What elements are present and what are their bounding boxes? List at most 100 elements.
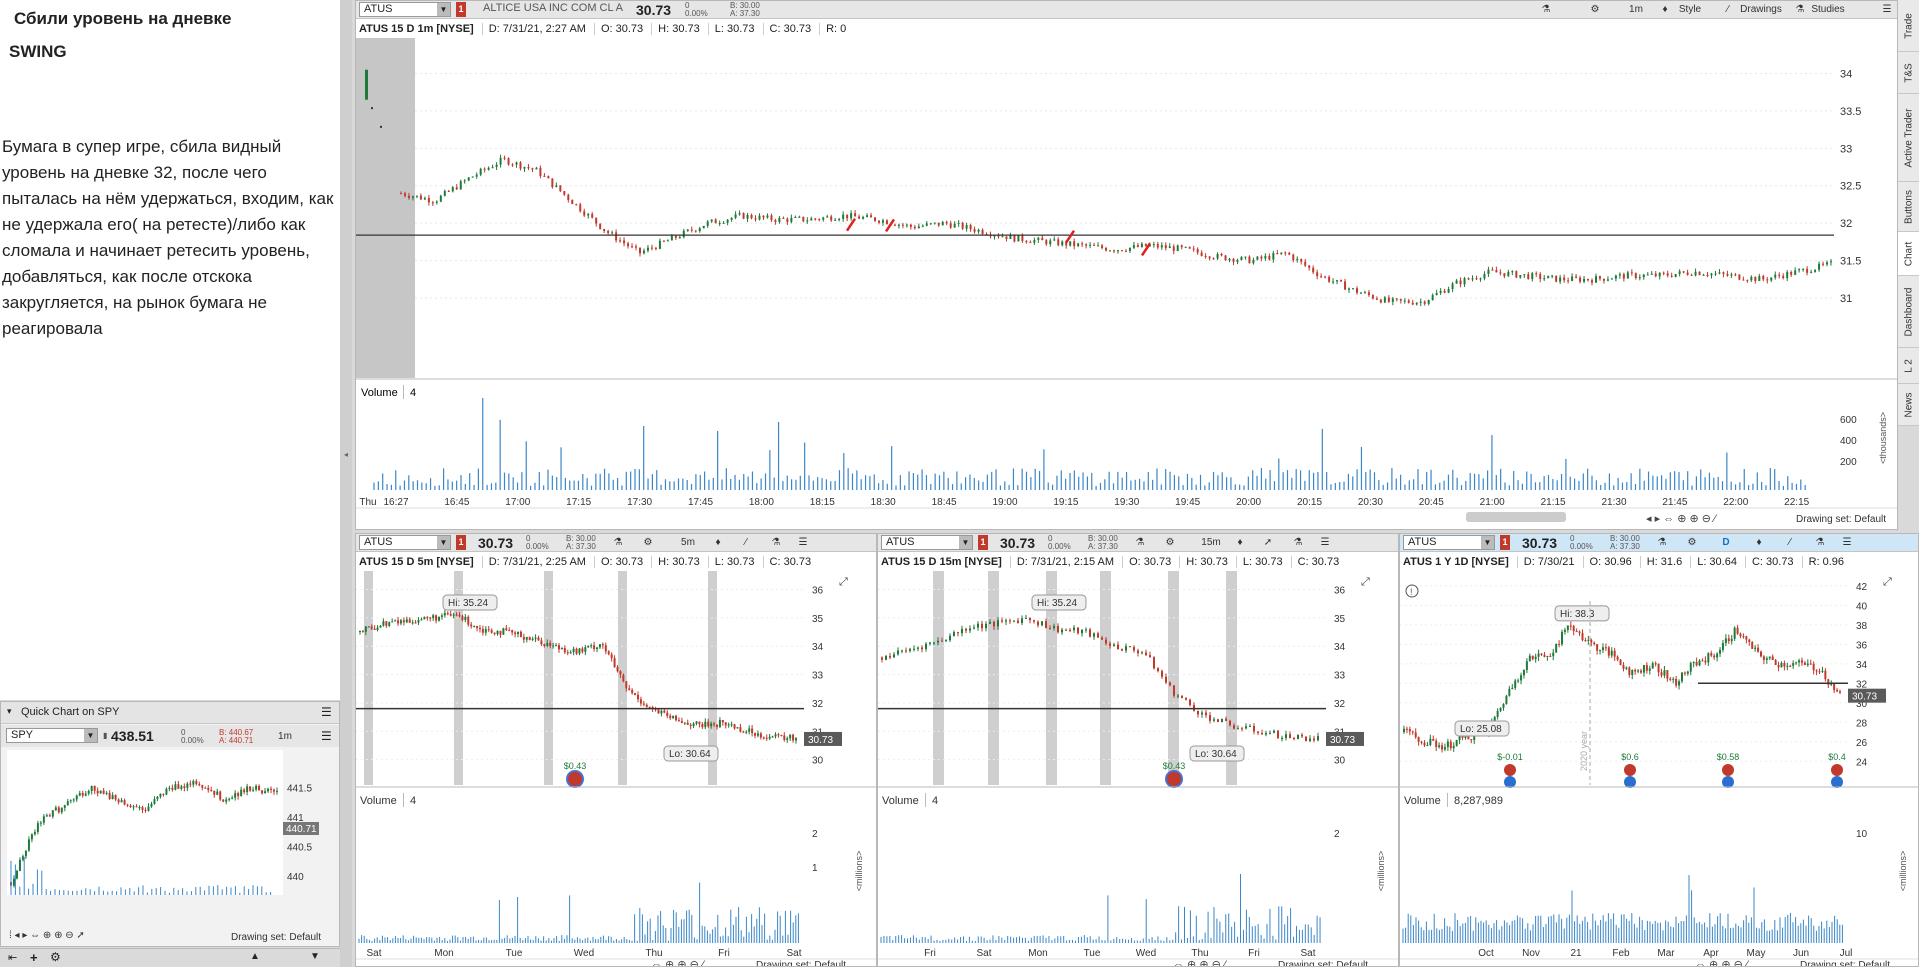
main-timeframe[interactable]: 1m bbox=[1626, 2, 1646, 17]
gear-icon[interactable]: ⚙ bbox=[641, 535, 655, 550]
candle-body bbox=[502, 628, 505, 635]
studies-menu[interactable]: Studies bbox=[1808, 2, 1848, 17]
p1y-link-badge[interactable]: 1 bbox=[1500, 535, 1510, 550]
menu-icon[interactable]: ☰ bbox=[1840, 535, 1854, 550]
earnings-icon bbox=[1504, 764, 1516, 776]
candle-body bbox=[1690, 274, 1693, 276]
candle-body bbox=[1447, 289, 1450, 293]
menu-icon[interactable]: ☰ bbox=[321, 729, 332, 743]
candle-body bbox=[1809, 663, 1812, 665]
flask-icon[interactable]: ⚗ bbox=[1133, 535, 1147, 550]
menu-icon[interactable]: ☰ bbox=[1880, 2, 1894, 17]
candle-body bbox=[1292, 254, 1295, 261]
candle-body bbox=[1821, 670, 1824, 672]
studies-flask-icon[interactable]: ⚗ bbox=[1813, 535, 1827, 550]
quick-footer-tools[interactable]: ⁞ ◂ ▸ ⇔ ⊕ ⊕ ⊖ ➚ bbox=[9, 930, 85, 941]
p1y-chart-svg[interactable]: 42403836343230282624Hi: 38.3Lo: 25.0830.… bbox=[1400, 571, 1919, 967]
studies-flask-icon[interactable]: ⚗ bbox=[1291, 535, 1305, 550]
quick-price: 438.51 bbox=[111, 728, 154, 744]
quick-chart-svg[interactable]: 441.5441440.5440 440.71 bbox=[7, 750, 337, 895]
style-icon[interactable]: ♦ bbox=[1658, 2, 1672, 17]
candle-body bbox=[698, 228, 701, 232]
p1y-timeframe[interactable]: D bbox=[1718, 535, 1734, 550]
side-tab[interactable]: L 2 bbox=[1898, 348, 1919, 384]
drawings-menu[interactable]: Drawings bbox=[1736, 2, 1786, 17]
candle-body bbox=[686, 722, 689, 725]
main-link-badge[interactable]: 1 bbox=[456, 2, 466, 17]
scroll-up-icon[interactable]: ▲ bbox=[250, 951, 260, 962]
volume-tick-label: 2 bbox=[1334, 829, 1340, 840]
side-tab[interactable]: News bbox=[1898, 384, 1919, 426]
quick-drawing-set[interactable]: Drawing set: Default bbox=[231, 932, 321, 943]
candle-body bbox=[1718, 272, 1721, 274]
candle-body bbox=[1622, 274, 1625, 279]
candle-body bbox=[1081, 630, 1083, 634]
pencil-icon[interactable]: ⁄ bbox=[1721, 2, 1735, 17]
p5-symbol-select[interactable]: ATUS ▼ bbox=[359, 535, 451, 550]
main-drawing-set[interactable]: Drawing set: Default bbox=[1796, 514, 1886, 525]
style-icon[interactable]: ♦ bbox=[1752, 535, 1766, 550]
candle-body bbox=[367, 626, 370, 628]
dividend-icon bbox=[566, 770, 584, 788]
main-chart-svg[interactable]: 34 33.5 33 32.5 32 31.5 31 Volume 4 600 400 200 <… bbox=[356, 38, 1898, 530]
p15-chart-svg[interactable]: 36353433323130Hi: 35.24Lo: 30.6430.73$0.… bbox=[878, 571, 1399, 967]
x-tick-label: 19:30 bbox=[1114, 497, 1139, 508]
p5-timeframe[interactable]: 5m bbox=[678, 535, 698, 550]
quick-symbol-select[interactable]: SPY ▼ bbox=[6, 728, 98, 743]
gear-icon[interactable]: ⚙ bbox=[1685, 535, 1699, 550]
p15-link-badge[interactable]: 1 bbox=[978, 535, 988, 550]
side-tab[interactable]: Trade bbox=[1898, 0, 1919, 52]
style-icon[interactable]: ♦ bbox=[711, 535, 725, 550]
x-tick-label: 20:30 bbox=[1358, 497, 1383, 508]
main-nav-icons[interactable]: ◂ ▸ ⇔ ⊕ ⊕ ⊖ ⁄ bbox=[1646, 513, 1718, 525]
side-tab[interactable]: Chart bbox=[1898, 232, 1919, 276]
sidebar-toggle-icon[interactable]: ⇤ bbox=[8, 951, 17, 964]
candle-body bbox=[481, 629, 484, 633]
scroll-down-icon[interactable]: ▼ bbox=[310, 951, 320, 962]
side-tab[interactable]: Active Trader bbox=[1898, 94, 1919, 182]
candle-body bbox=[1739, 633, 1742, 637]
candle-body bbox=[1666, 273, 1669, 276]
candle-body bbox=[1021, 235, 1024, 241]
flask-icon[interactable]: ⚗ bbox=[1539, 2, 1553, 17]
side-tab[interactable]: T&S bbox=[1898, 52, 1919, 94]
side-tab[interactable]: Buttons bbox=[1898, 182, 1919, 232]
y-tick-label: 34 bbox=[812, 642, 824, 653]
pencil-icon[interactable]: ⁄ bbox=[1783, 535, 1797, 550]
candle-body bbox=[778, 217, 781, 222]
x-tick-label: 16:27 bbox=[383, 497, 408, 508]
style-menu[interactable]: Style bbox=[1674, 2, 1706, 17]
candle-body bbox=[1109, 643, 1111, 647]
flask-icon[interactable]: ⚗ bbox=[611, 535, 625, 550]
collapse-arrow-icon[interactable]: ◂ bbox=[344, 450, 348, 459]
flask-icon[interactable]: ⚗ bbox=[1655, 535, 1669, 550]
studies-flask-icon[interactable]: ⚗ bbox=[769, 535, 783, 550]
p15-symbol-select[interactable]: ATUS ▼ bbox=[881, 535, 973, 550]
p15-timeframe[interactable]: 15m bbox=[1200, 535, 1222, 550]
p1y-symbol-select[interactable]: ATUS ▼ bbox=[1403, 535, 1495, 550]
menu-icon[interactable]: ☰ bbox=[796, 535, 810, 550]
p5-chart-svg[interactable]: 36353433323130Hi: 35.24Lo: 30.6430.73$0.… bbox=[356, 571, 877, 967]
info-icon[interactable]: ▮ bbox=[103, 731, 107, 740]
left-splitter[interactable]: ◂ bbox=[340, 0, 352, 967]
pencil-icon[interactable]: ⁄ bbox=[739, 535, 753, 550]
session-shade bbox=[1100, 571, 1111, 785]
candle-body bbox=[1085, 244, 1088, 246]
quick-timeframe[interactable]: 1m bbox=[273, 729, 297, 744]
menu-icon[interactable]: ☰ bbox=[321, 705, 332, 719]
chevron-down-icon[interactable]: ▾ bbox=[7, 706, 12, 717]
studies-flask-icon[interactable]: ⚗ bbox=[1793, 2, 1807, 17]
candle-body bbox=[1423, 742, 1426, 746]
candle-body bbox=[607, 651, 610, 655]
side-tab[interactable]: Dashboard bbox=[1898, 276, 1919, 348]
gear-icon[interactable]: ⚙ bbox=[1588, 2, 1602, 17]
candle-body bbox=[786, 738, 789, 740]
gear-icon[interactable]: ⚙ bbox=[50, 950, 61, 964]
cursor-icon[interactable]: ➚ bbox=[1261, 535, 1275, 550]
add-icon[interactable]: + bbox=[30, 950, 38, 965]
gear-icon[interactable]: ⚙ bbox=[1163, 535, 1177, 550]
style-icon[interactable]: ♦ bbox=[1233, 535, 1247, 550]
menu-icon[interactable]: ☰ bbox=[1318, 535, 1332, 550]
main-symbol-select[interactable]: ATUS ▼ bbox=[359, 2, 451, 17]
p5-link-badge[interactable]: 1 bbox=[456, 535, 466, 550]
